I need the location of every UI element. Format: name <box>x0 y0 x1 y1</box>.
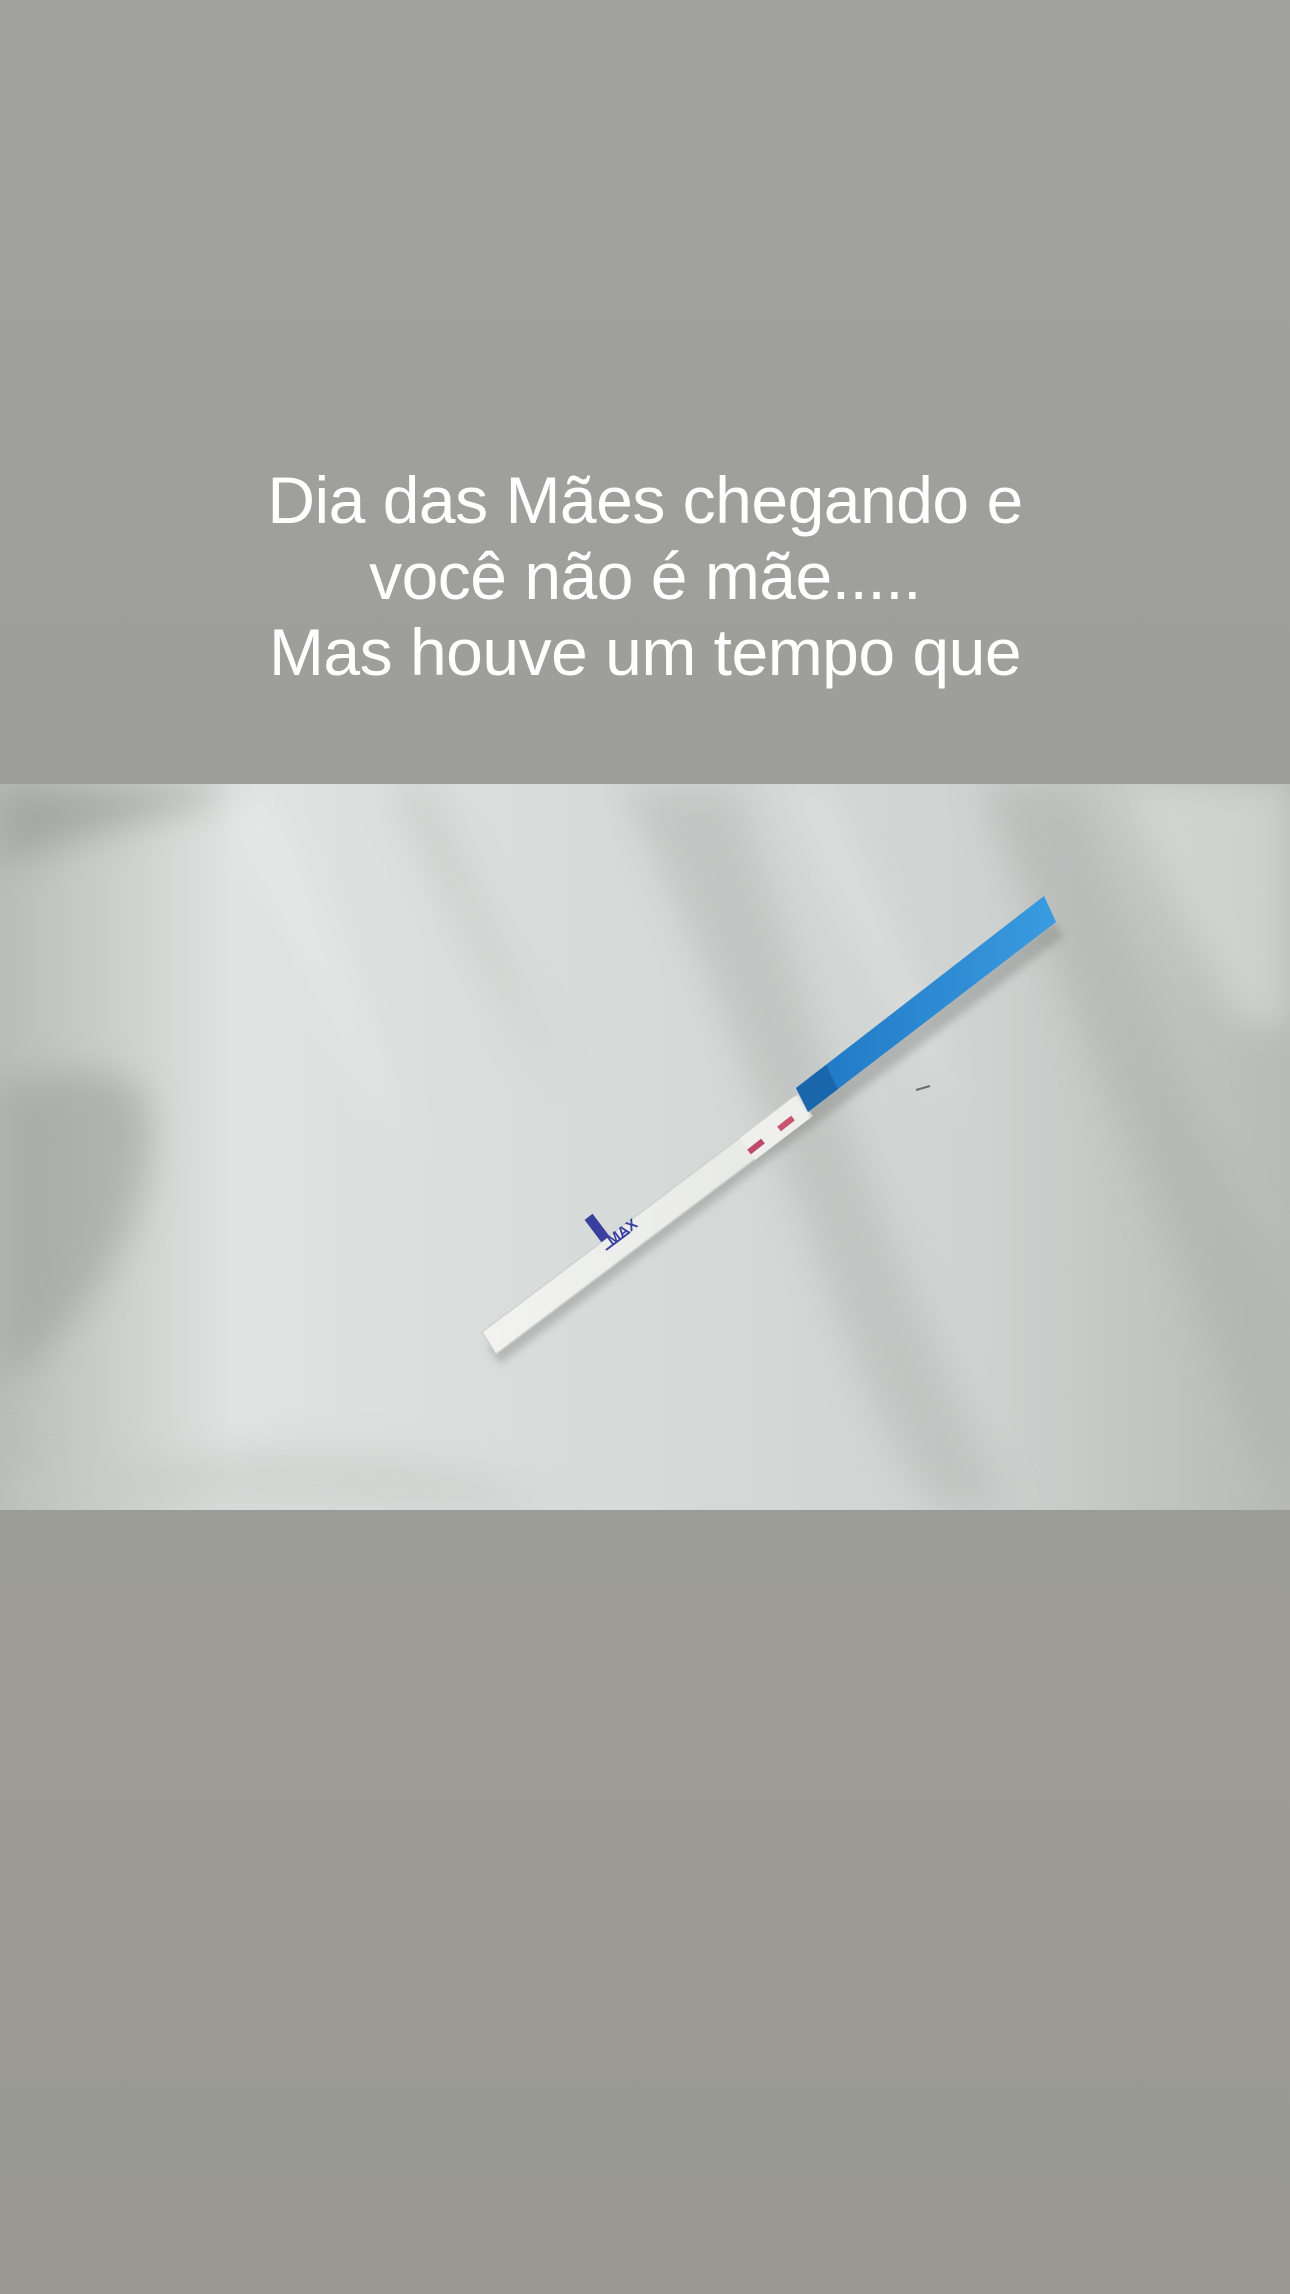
story-photo: MAX <box>0 784 1290 1510</box>
story-caption: Dia das Mães chegando e você não é mãe..… <box>0 462 1290 690</box>
caption-line-1: Dia das Mães chegando e <box>267 463 1023 537</box>
story-screen: { "caption": { "line1": "Dia das Mães ch… <box>0 0 1290 2294</box>
caption-line-2: você não é mãe..... <box>369 539 921 613</box>
caption-line-3: Mas houve um tempo que <box>268 615 1022 689</box>
